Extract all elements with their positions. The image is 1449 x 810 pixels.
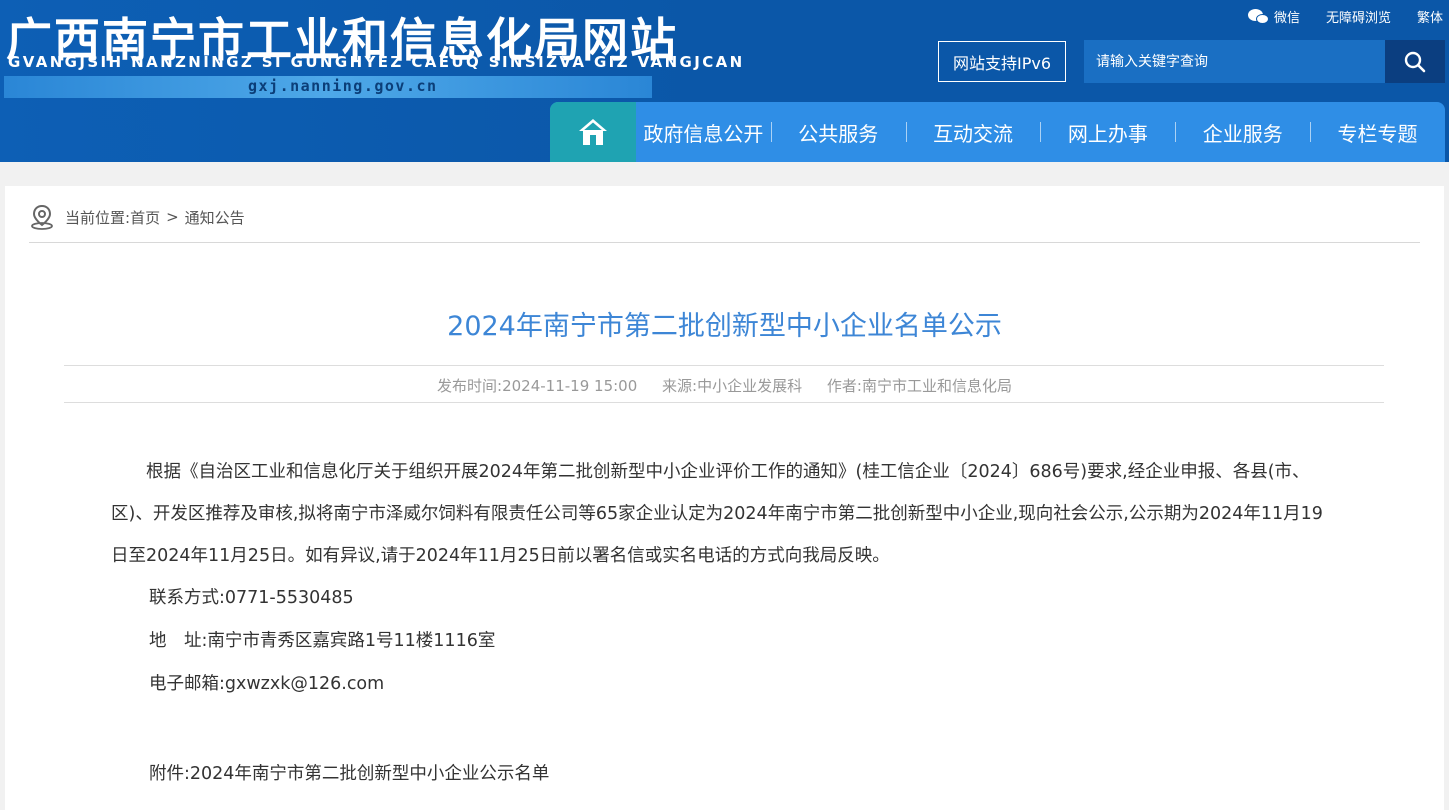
nav-item-government-info[interactable]: 政府信息公开 [636, 118, 771, 147]
article-paragraph: 根据《自治区工业和信息化厅关于组织开展2024年第二批创新型中小企业评价工作的通… [111, 462, 1323, 566]
home-icon [579, 119, 607, 145]
content-panel: 当前位置: 首页 > 通知公告 2024年南宁市第二批创新型中小企业名单公示 发… [5, 186, 1444, 810]
email-line: 电子邮箱:gxwzxk@126.com [149, 674, 385, 694]
site-domain: gxj.nanning.gov.cn [248, 77, 438, 95]
publish-time: 发布时间:2024-11-19 15:00 [437, 377, 638, 395]
nav-items: 政府信息公开 公共服务 互动交流 网上办事 企业服务 专栏专题 [636, 102, 1445, 162]
article-title: 2024年南宁市第二批创新型中小企业名单公示 [447, 311, 1002, 342]
nav-item-interaction[interactable]: 互动交流 [906, 118, 1041, 147]
main-nav: 政府信息公开 公共服务 互动交流 网上办事 企业服务 专栏专题 [550, 102, 1445, 162]
contact-line: 联系方式:0771-5530485 [149, 588, 354, 608]
article-author: 作者:南宁市工业和信息化局 [826, 377, 1012, 395]
search-button[interactable] [1385, 40, 1445, 83]
top-links: 微信 无障碍浏览 繁体 [1247, 7, 1443, 26]
ipv6-badge[interactable]: 网站支持IPv6 [938, 41, 1066, 82]
search-icon [1404, 51, 1426, 72]
wechat-icon [1247, 8, 1270, 25]
search-input[interactable] [1084, 40, 1385, 83]
site-header: 广西南宁市工业和信息化局网站 GVANGJSIH NANZNINGZ SI GU… [0, 0, 1449, 162]
breadcrumb-current-link[interactable]: 通知公告 [185, 207, 245, 228]
meta-divider-bottom [64, 402, 1384, 403]
wechat-label: 微信 [1273, 11, 1300, 26]
site-subtitle: GVANGJSIH NANZNINGZ SI GUNGHYEZ CAEUQ SI… [8, 53, 745, 71]
breadcrumb-divider [29, 242, 1420, 243]
search-box [1084, 40, 1385, 83]
breadcrumb-home-link[interactable]: 首页 [130, 207, 160, 228]
breadcrumb-label: 当前位置: [65, 208, 131, 227]
accessibility-link[interactable]: 无障碍浏览 [1326, 7, 1391, 26]
attachment-link[interactable]: 附件:2024年南宁市第二批创新型中小企业公示名单 [149, 760, 549, 785]
article-source: 来源:中小企业发展科 [662, 377, 803, 395]
nav-item-online-services[interactable]: 网上办事 [1040, 118, 1175, 147]
address-line: 地 址:南宁市青秀区嘉宾路1号11楼1116室 [149, 631, 496, 651]
location-pin-icon [31, 204, 53, 230]
breadcrumb-separator: > [166, 208, 179, 226]
wechat-link[interactable]: 微信 [1247, 7, 1300, 26]
article-body: 根据《自治区工业和信息化厅关于组织开展2024年第二批创新型中小企业评价工作的通… [111, 451, 1339, 706]
traditional-chinese-link[interactable]: 繁体 [1417, 7, 1443, 26]
nav-item-special-topics[interactable]: 专栏专题 [1310, 118, 1445, 147]
article-meta: 发布时间:2024-11-19 15:00 来源:中小企业发展科 作者:南宁市工… [5, 375, 1444, 396]
nav-item-enterprise-services[interactable]: 企业服务 [1175, 118, 1310, 147]
nav-item-public-services[interactable]: 公共服务 [771, 118, 906, 147]
meta-divider-top [64, 365, 1384, 366]
nav-home-button[interactable] [550, 102, 636, 162]
breadcrumb: 当前位置: 首页 > 通知公告 [29, 204, 245, 230]
